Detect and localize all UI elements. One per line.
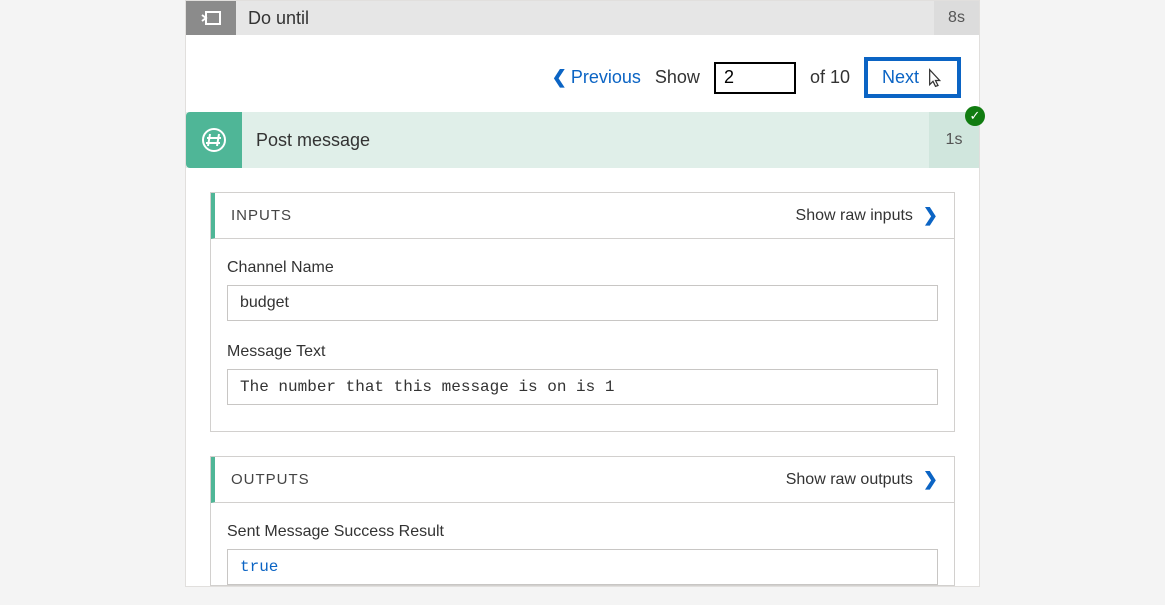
show-raw-inputs-button[interactable]: Show raw inputs ❯ <box>796 205 938 226</box>
sent-success-label: Sent Message Success Result <box>227 523 938 541</box>
of-label: of 10 <box>810 67 850 88</box>
do-until-duration: 8s <box>934 1 979 35</box>
success-check-icon: ✓ <box>965 106 985 126</box>
post-message-title: Post message <box>242 130 929 151</box>
chevron-right-icon: ❯ <box>923 469 938 490</box>
channel-name-label: Channel Name <box>227 259 938 277</box>
post-message-header[interactable]: Post message 1s <box>186 112 979 168</box>
post-message-card: ✓ Post message 1s INPUTS Show raw inputs <box>186 112 979 586</box>
do-until-header[interactable]: Do until 8s <box>186 1 979 35</box>
show-raw-outputs-label: Show raw outputs <box>786 471 913 489</box>
previous-button[interactable]: ❮ Previous <box>552 67 641 88</box>
inputs-panel: INPUTS Show raw inputs ❯ Channel Name bu… <box>210 192 955 432</box>
show-raw-inputs-label: Show raw inputs <box>796 207 913 225</box>
next-button[interactable]: Next <box>864 57 961 98</box>
message-text-value: The number that this message is on is 1 <box>227 369 938 405</box>
do-until-title: Do until <box>236 8 934 29</box>
show-label: Show <box>655 67 700 88</box>
chevron-left-icon: ❮ <box>552 67 567 88</box>
show-raw-outputs-button[interactable]: Show raw outputs ❯ <box>786 469 938 490</box>
page-input[interactable] <box>714 62 796 94</box>
pager: ❮ Previous Show of 10 Next <box>186 35 979 112</box>
sent-success-value: true <box>227 549 938 585</box>
message-text-label: Message Text <box>227 343 938 361</box>
previous-label: Previous <box>571 67 641 88</box>
outputs-panel: OUTPUTS Show raw outputs ❯ Sent Message … <box>210 456 955 586</box>
next-label: Next <box>882 67 919 88</box>
cursor-icon <box>923 68 943 88</box>
loop-icon <box>186 1 236 35</box>
channel-name-value: budget <box>227 285 938 321</box>
chevron-right-icon: ❯ <box>923 205 938 226</box>
inputs-title: INPUTS <box>231 207 292 224</box>
outputs-title: OUTPUTS <box>231 471 310 488</box>
hash-icon <box>186 112 242 168</box>
